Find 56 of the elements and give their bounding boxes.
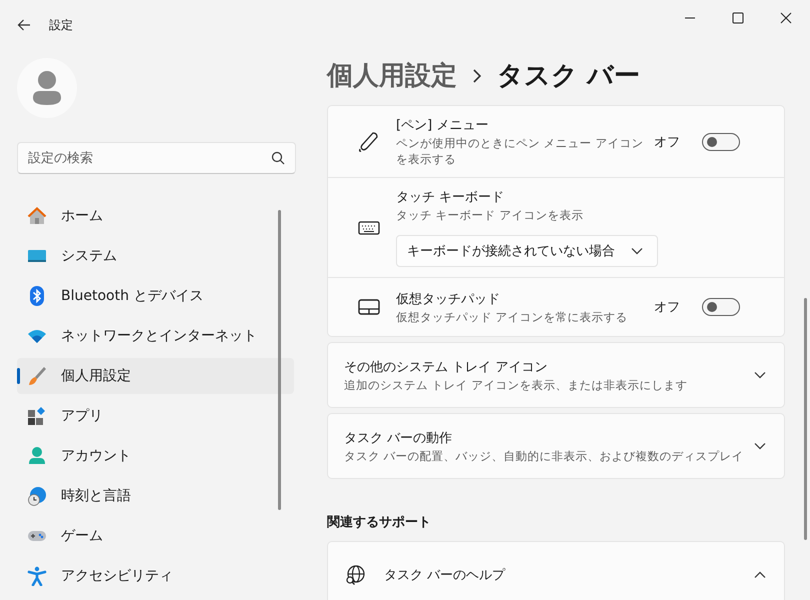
nav-item[interactable]: アクセシビリティ xyxy=(17,558,294,594)
toggle-switch[interactable] xyxy=(702,132,740,151)
nav-item[interactable]: 個人用設定 xyxy=(17,358,294,394)
toggle-state-label: オフ xyxy=(654,134,680,151)
pen-icon xyxy=(358,130,380,153)
search-icon xyxy=(271,151,285,165)
touchpad-icon xyxy=(358,298,380,316)
back-arrow-icon[interactable] xyxy=(17,19,31,31)
chevron-right-icon xyxy=(473,68,481,82)
dropdown[interactable]: キーボードが接続されていない場合 xyxy=(396,235,658,268)
nav-item[interactable]: アプリ xyxy=(17,398,294,434)
nav-item[interactable]: ゲーム xyxy=(17,518,294,554)
nav-item[interactable]: Bluetooth とデバイス xyxy=(17,278,294,314)
setting-description: ペンが使用中のときにペン メニュー アイコンを表示する xyxy=(396,135,644,168)
section-heading: 関連するサポート xyxy=(327,514,432,532)
nav-item[interactable]: アカウント xyxy=(17,438,294,474)
chevron-down-icon xyxy=(631,247,643,256)
toggle-switch[interactable] xyxy=(702,298,740,316)
bluetooth-icon xyxy=(27,286,47,306)
expander-title: タスク バーの動作 xyxy=(344,430,454,447)
chevron-up-icon xyxy=(754,571,766,580)
toggle-state-label: オフ xyxy=(654,299,680,316)
nav-item[interactable]: ネットワークとインターネット xyxy=(17,318,294,354)
setting-title: 仮想タッチパッド xyxy=(396,290,501,308)
globe-clock-icon xyxy=(27,486,47,506)
help-expander-header[interactable]: タスク バーのヘルプ xyxy=(328,542,784,600)
window-title: 設定 xyxy=(49,16,74,34)
expander-card[interactable]: タスク バーの動作 タスク バーの配置、バッジ、自動的に非表示、および複数のディスプレイ xyxy=(327,413,785,480)
setting-title: [ペン] メニュー xyxy=(396,117,490,134)
person-silhouette-icon xyxy=(32,70,62,106)
breadcrumb-parent[interactable]: 個人用設定 xyxy=(327,58,457,93)
search-field[interactable]: 設定の検索 xyxy=(17,142,296,174)
expander-description: タスク バーの配置、バッジ、自動的に非表示、および複数のディスプレイ xyxy=(344,448,745,464)
setting-description: 仮想タッチパッド アイコンを常に表示する xyxy=(396,308,629,325)
accessibility-icon xyxy=(27,566,47,586)
expander-description: 追加のシステム トレイ アイコンを表示、または非表示にします xyxy=(344,378,688,393)
page-title: タスク バー xyxy=(497,60,640,93)
nav-item[interactable]: システム xyxy=(17,238,294,274)
setting-title: タッチ キーボード xyxy=(396,189,506,206)
keyboard-icon xyxy=(358,220,380,236)
nav-item[interactable]: 時刻と言語 xyxy=(17,478,294,514)
chevron-down-icon xyxy=(754,442,766,450)
globe-search-icon xyxy=(344,564,366,586)
nav-item[interactable]: ホーム xyxy=(17,198,294,234)
chevron-down-icon xyxy=(754,371,766,380)
paintbrush-icon xyxy=(27,366,47,386)
home-icon xyxy=(27,206,47,226)
close-icon[interactable] xyxy=(780,12,792,24)
person-icon xyxy=(27,446,47,466)
apps-icon xyxy=(27,406,47,426)
maximize-icon[interactable] xyxy=(732,12,744,24)
scrollbar-thumb[interactable] xyxy=(804,298,807,540)
expander-card[interactable]: その他のシステム トレイ アイコン 追加のシステム トレイ アイコンを表示、または非表示にします xyxy=(327,342,785,408)
setting-description: タッチ キーボード アイコンを表示 xyxy=(396,207,584,224)
expander-title: その他のシステム トレイ アイコン xyxy=(344,358,548,376)
scrollbar-thumb[interactable] xyxy=(278,210,281,510)
